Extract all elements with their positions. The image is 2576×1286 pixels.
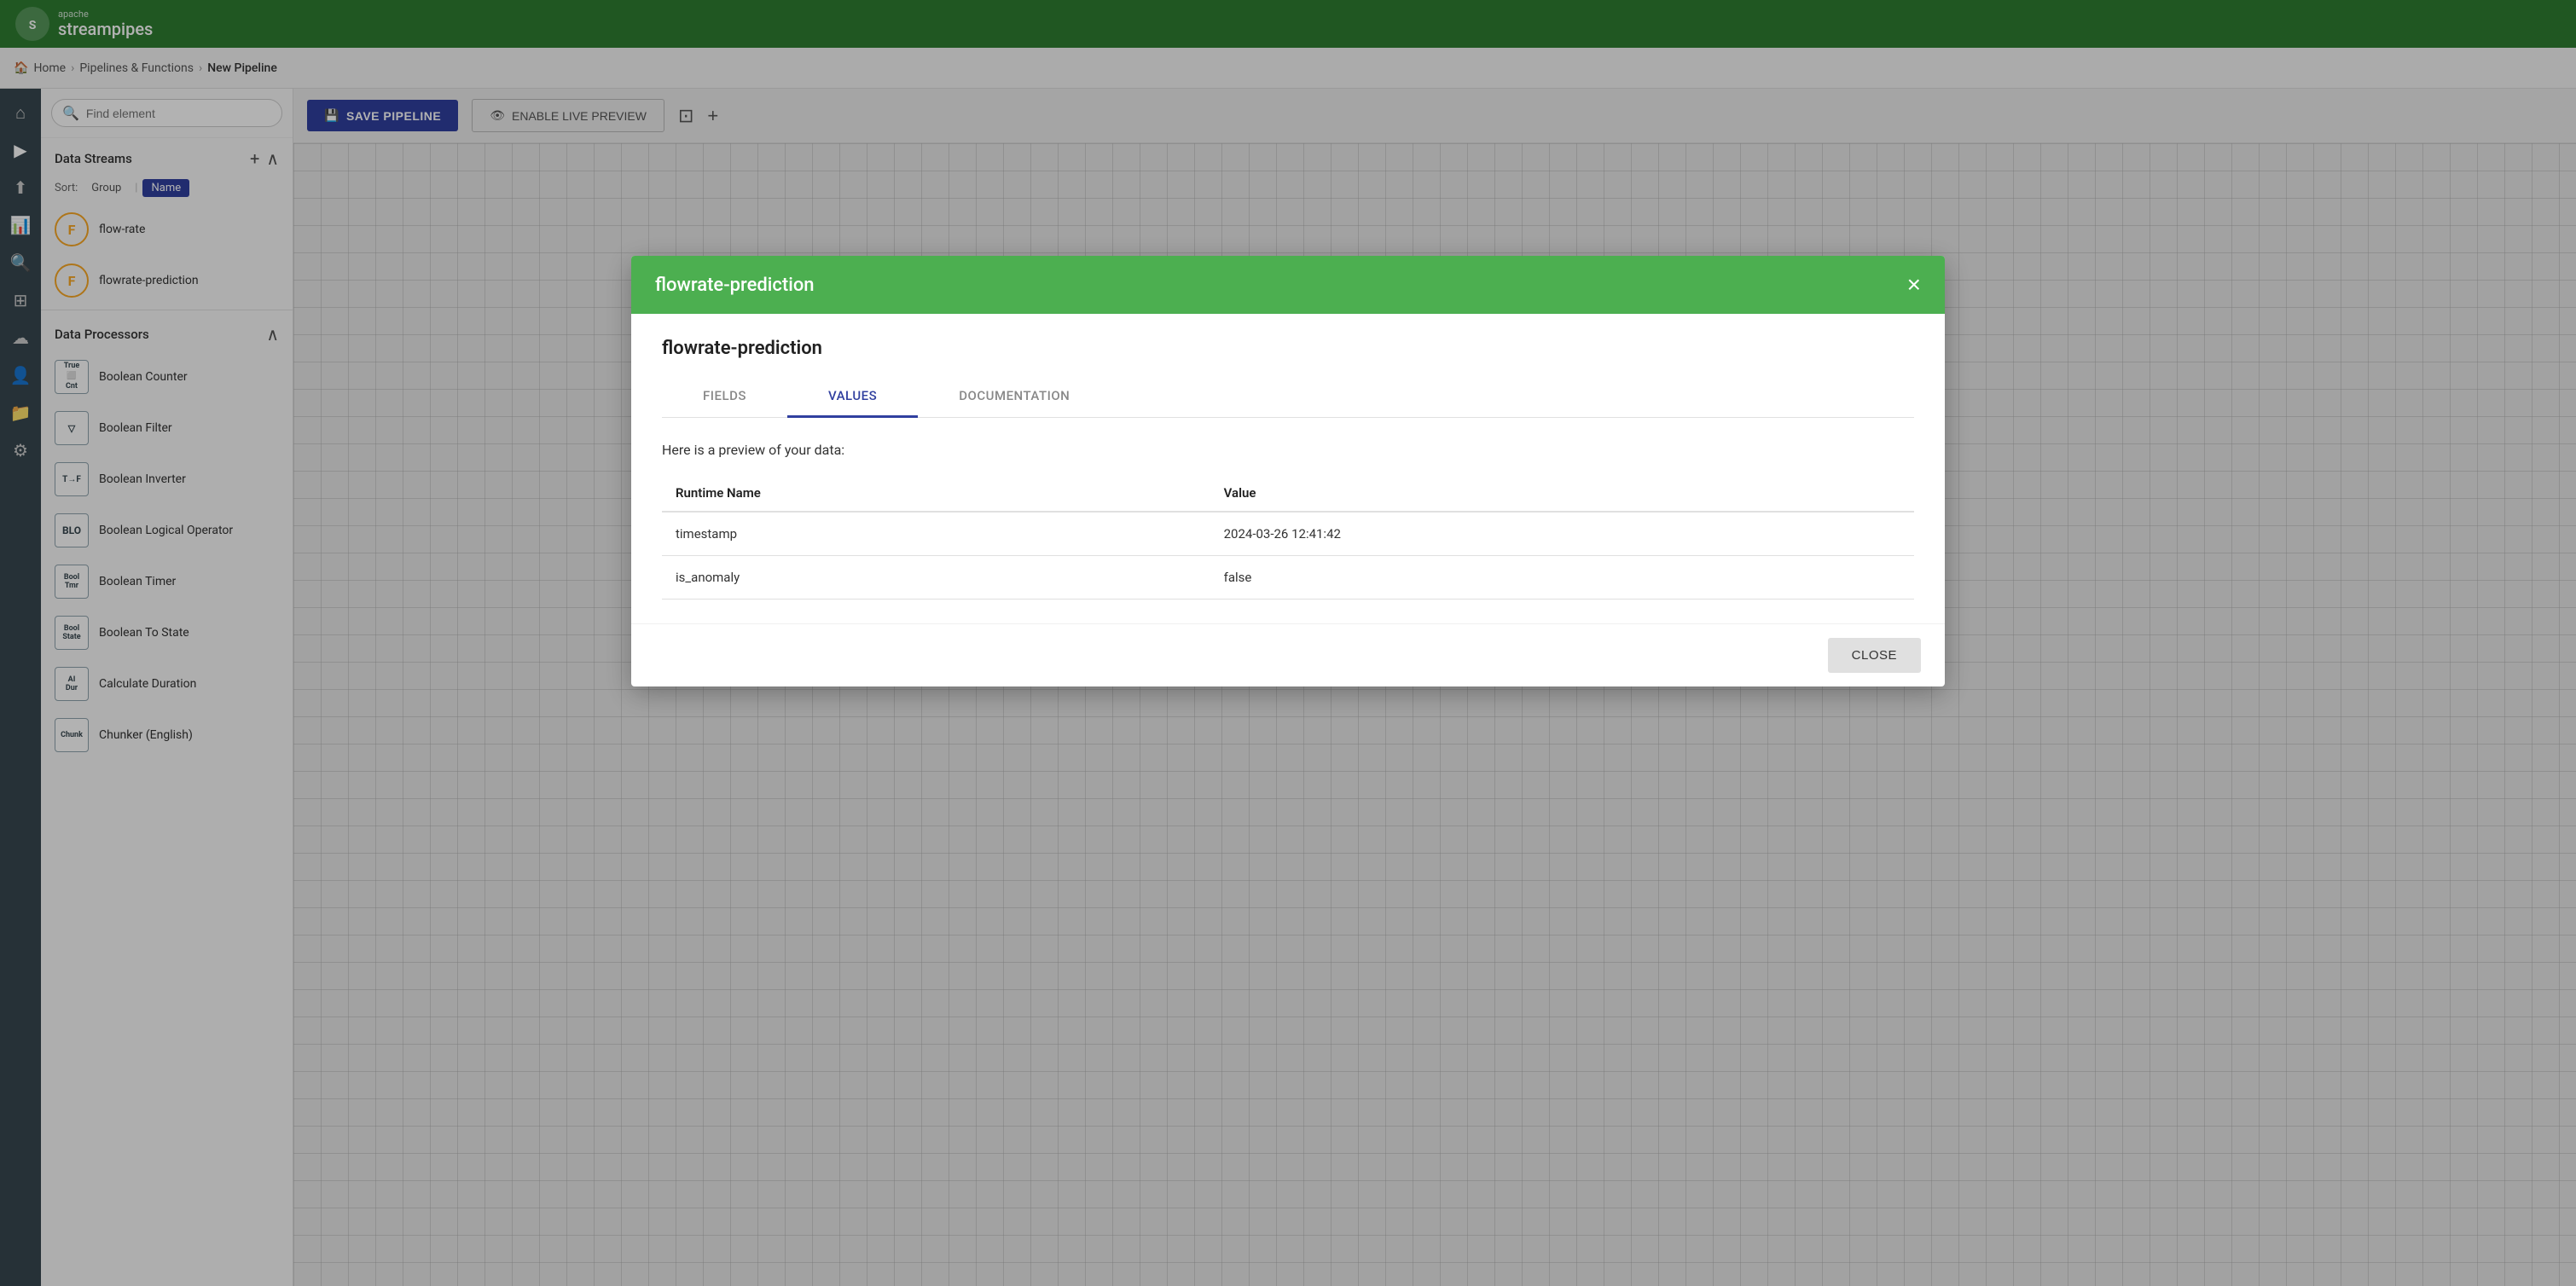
table-header-row: Runtime Name Value — [662, 475, 1914, 512]
table-row-timestamp: timestamp 2024-03-26 12:41:42 — [662, 512, 1914, 556]
cell-runtime-name-2: is_anomaly — [662, 556, 1210, 600]
tab-values[interactable]: VALUES — [787, 376, 918, 418]
modal-body: flowrate-prediction FIELDS VALUES DOCUME… — [631, 314, 1945, 623]
tab-fields[interactable]: FIELDS — [662, 376, 787, 418]
table-row-is-anomaly: is_anomaly false — [662, 556, 1914, 600]
modal-footer: CLOSE — [631, 623, 1945, 686]
modal-dialog: flowrate-prediction × flowrate-predictio… — [631, 256, 1945, 686]
col-value: Value — [1210, 475, 1914, 512]
data-table: Runtime Name Value timestamp 2024-03-26 … — [662, 475, 1914, 600]
modal-subtitle: flowrate-prediction — [662, 338, 1914, 359]
preview-text: Here is a preview of your data: — [662, 442, 1914, 458]
modal-close-x-button[interactable]: × — [1907, 273, 1921, 297]
cell-value-2: false — [1210, 556, 1914, 600]
cell-runtime-name-1: timestamp — [662, 512, 1210, 556]
cell-value-1: 2024-03-26 12:41:42 — [1210, 512, 1914, 556]
tab-documentation[interactable]: DOCUMENTATION — [918, 376, 1111, 418]
modal-title: flowrate-prediction — [655, 275, 815, 296]
col-runtime-name: Runtime Name — [662, 475, 1210, 512]
modal-tabs: FIELDS VALUES DOCUMENTATION — [662, 376, 1914, 418]
modal-overlay: flowrate-prediction × flowrate-predictio… — [0, 0, 2576, 1286]
modal-header: flowrate-prediction × — [631, 256, 1945, 314]
close-button[interactable]: CLOSE — [1828, 638, 1921, 673]
